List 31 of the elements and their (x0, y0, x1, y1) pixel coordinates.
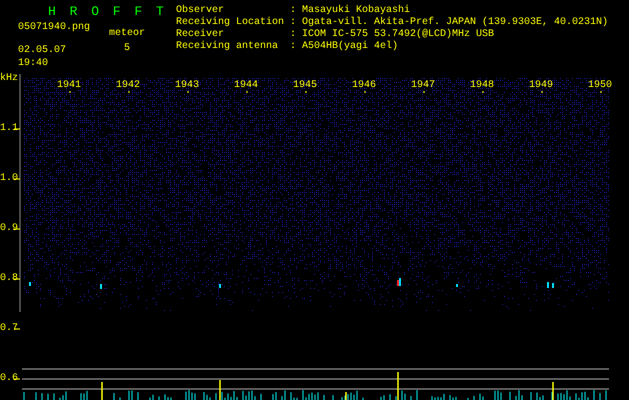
file-name: 05071940.png (18, 21, 92, 34)
info-label: Receiving Location (176, 17, 286, 28)
separator: : (290, 29, 298, 41)
time-label: 1948 (470, 79, 494, 92)
meteor-label: meteor (108, 27, 145, 40)
info-label: Observer (176, 5, 226, 16)
time-label: 1942 (116, 79, 140, 92)
time-label: 1941 (57, 79, 82, 92)
separator: : (290, 5, 298, 17)
app-title: H R O F F T (48, 4, 168, 20)
y-tick-label: 0.8 (0, 272, 18, 285)
time-label: 1947 (411, 79, 436, 92)
time-label: 1946 (352, 79, 376, 92)
info-value: Ogata-vill. Akita-Pref. JAPAN (139.9303E, 40.0231N) (302, 17, 608, 28)
info-label: Receiver (176, 29, 226, 40)
info-label: Receiving antenna (176, 41, 280, 53)
info-value: ICOM IC-575 53.7492(@LCD)MHz USB (302, 29, 494, 40)
y-tick-label: 0.7 (0, 322, 18, 335)
time-label: 1943 (175, 79, 200, 92)
time-label: 1950 (588, 79, 612, 92)
separator: : (290, 17, 298, 29)
info-value: A504HB(yagi 4el) (302, 41, 398, 53)
axis-unit: kHz (0, 72, 18, 85)
y-tick-label: 0.9 (0, 222, 18, 235)
time-label: 1945 (293, 79, 318, 92)
info-value: Masayuki Kobayashi (302, 5, 410, 16)
date-time: 02.05.07 19:40 (18, 44, 68, 70)
time-label: 1949 (529, 79, 554, 92)
time-label: 1944 (234, 79, 258, 92)
separator: : (290, 41, 298, 53)
meteor-count: 5 (124, 42, 130, 55)
